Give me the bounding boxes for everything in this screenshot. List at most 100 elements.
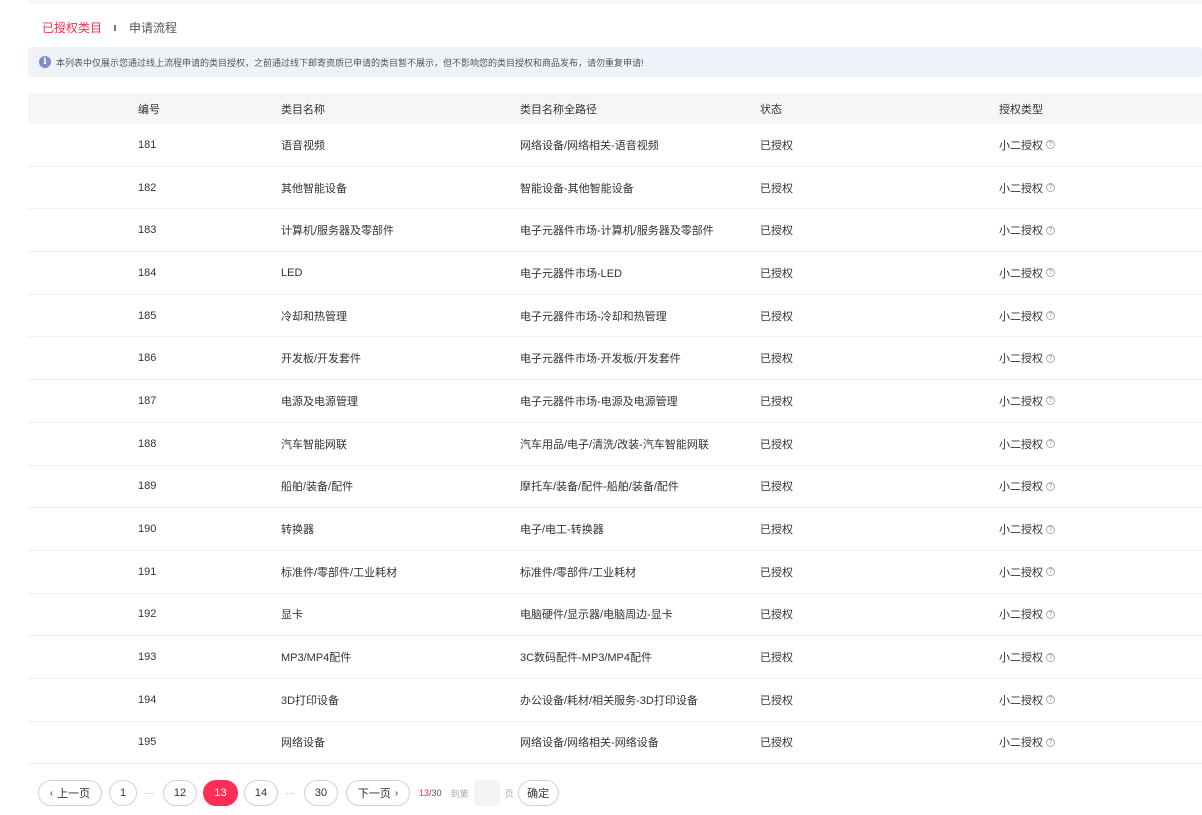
cell-id: 184 <box>138 266 157 279</box>
auth-type-label: 小二授权 <box>999 225 1043 238</box>
cell-id: 192 <box>138 608 157 621</box>
table-header: 编号 类目名称 类目名称全路径 状态 授权类型 <box>28 93 1202 124</box>
cell-status: 已授权 <box>760 652 793 665</box>
help-icon[interactable]: ? <box>1046 396 1055 406</box>
help-icon[interactable]: ? <box>1046 609 1055 619</box>
table-row: 190 转换器 电子/电工-转换器 已授权 小二授权? <box>28 508 1202 551</box>
tab-authorized-categories[interactable]: 已授权类目 <box>42 20 102 36</box>
cell-category-name: 电源及电源管理 <box>281 395 358 408</box>
table-row: 194 3D打印设备 办公设备/耗材/相关服务-3D打印设备 已授权 小二授权? <box>28 679 1202 722</box>
chevron-right-icon: › <box>394 787 399 799</box>
help-icon[interactable]: ? <box>1046 524 1055 534</box>
cell-category-name: 计算机/服务器及零部件 <box>281 225 395 238</box>
cell-category-name: 船舶/装备/配件 <box>281 481 354 494</box>
page-button-13-current[interactable]: 13 <box>203 780 238 806</box>
next-page-button[interactable]: 下一页 › <box>346 780 410 806</box>
cell-category-name: 标准件/零部件/工业耗材 <box>281 566 398 579</box>
help-icon[interactable]: ? <box>1046 183 1055 193</box>
cell-category-path: 汽车用品/电子/清洗/改装-汽车智能网联 <box>520 438 709 451</box>
auth-type-label: 小二授权 <box>999 481 1043 494</box>
prev-page-button[interactable]: ‹ 上一页 <box>38 780 102 806</box>
auth-type-label: 小二授权 <box>999 609 1043 622</box>
help-icon[interactable]: ? <box>1046 225 1055 235</box>
cell-id: 195 <box>138 736 157 749</box>
notice-text: 本列表中仅展示您通过线上流程申请的类目授权，之前通过线下邮寄资质已申请的类目暂不… <box>56 57 644 68</box>
column-header-id: 编号 <box>138 103 160 116</box>
table-row: 191 标准件/零部件/工业耗材 标准件/零部件/工业耗材 已授权 小二授权? <box>28 551 1202 594</box>
cell-id: 187 <box>138 394 157 407</box>
table-row: 183 计算机/服务器及零部件 电子元器件市场-计算机/服务器及零部件 已授权 小二授权… <box>28 209 1202 253</box>
table-row: 193 MP3/MP4配件 3C数码配件-MP3/MP4配件 已授权 小二授权? <box>28 636 1202 679</box>
auth-type-label: 小二授权 <box>999 438 1043 451</box>
goto-prefix: 到第 <box>450 788 469 799</box>
cell-status: 已授权 <box>760 566 793 579</box>
help-icon[interactable]: ? <box>1046 737 1055 747</box>
table-row: 195 网络设备 网络设备/网络相关-网络设备 已授权 小二授权? <box>28 722 1202 765</box>
cell-category-name: LED <box>281 266 303 279</box>
notice-banner: i 本列表中仅展示您通过线上流程申请的类目授权，之前通过线下邮寄资质已申请的类目… <box>28 47 1202 77</box>
cell-category-name: MP3/MP4配件 <box>281 652 352 665</box>
cell-id: 188 <box>138 437 157 450</box>
help-icon[interactable]: ? <box>1046 481 1055 491</box>
cell-id: 183 <box>138 224 157 237</box>
cell-category-path: 网络设备/网络相关-网络设备 <box>520 737 659 750</box>
cell-id: 193 <box>138 651 157 664</box>
cell-id: 190 <box>138 523 157 536</box>
cell-category-name: 汽车智能网联 <box>281 438 347 451</box>
cell-category-path: 电子元器件市场-计算机/服务器及零部件 <box>520 225 714 238</box>
prev-page-label: 上一页 <box>57 788 91 800</box>
table-row: 185 冷却和热管理 电子元器件市场-冷却和热管理 已授权 小二授权? <box>28 295 1202 338</box>
auth-type-label: 小二授权 <box>999 139 1043 152</box>
cell-category-path: 电子元器件市场-LED <box>520 267 623 280</box>
goto-suffix: 页 <box>504 788 514 799</box>
next-page-label: 下一页 <box>357 788 391 800</box>
table-body: 181 语音视频 网络设备/网络相关-语音视频 已授权 小二授权? 182 其他智能设备 智能… <box>28 124 1202 765</box>
cell-auth-type: 小二授权? <box>999 466 1055 508</box>
help-icon[interactable]: ? <box>1046 268 1055 278</box>
total-pages: 30 <box>431 788 442 798</box>
cell-category-name: 3D打印设备 <box>281 694 340 707</box>
cell-category-path: 网络设备/网络相关-语音视频 <box>520 139 659 152</box>
cell-status: 已授权 <box>760 395 793 408</box>
page-indicator: 13/30 <box>419 788 442 798</box>
cell-auth-type: 小二授权? <box>999 551 1055 593</box>
help-icon[interactable]: ? <box>1046 695 1055 705</box>
goto-page-input[interactable] <box>473 780 500 806</box>
help-icon[interactable]: ? <box>1046 311 1055 321</box>
table-row: 181 语音视频 网络设备/网络相关-语音视频 已授权 小二授权? <box>28 124 1202 167</box>
cell-category-path: 摩托车/装备/配件-船舶/装备/配件 <box>520 481 679 494</box>
help-icon[interactable]: ? <box>1046 567 1055 577</box>
page-button-1[interactable]: 1 <box>109 780 137 806</box>
current-page-number: 13 <box>419 788 430 798</box>
auth-type-label: 小二授权 <box>999 694 1043 707</box>
page-ellipsis: ··· <box>285 788 295 798</box>
help-icon[interactable]: ? <box>1046 140 1055 150</box>
tab-bar: 已授权类目 申请流程 <box>42 19 177 37</box>
help-icon[interactable]: ? <box>1046 353 1055 363</box>
page-button-12[interactable]: 12 <box>163 780 197 806</box>
auth-type-label: 小二授权 <box>999 182 1043 195</box>
page-button-30[interactable]: 30 <box>304 780 338 806</box>
cell-status: 已授权 <box>760 267 793 280</box>
cell-id: 191 <box>138 565 157 578</box>
cell-id: 194 <box>138 693 157 706</box>
auth-type-label: 小二授权 <box>999 652 1043 665</box>
auth-type-label: 小二授权 <box>999 310 1043 323</box>
cell-category-path: 电子元器件市场-电源及电源管理 <box>520 395 678 408</box>
cell-id: 185 <box>138 309 157 322</box>
cell-auth-type: 小二授权? <box>999 679 1055 721</box>
help-icon[interactable]: ? <box>1046 652 1055 662</box>
top-edge <box>28 0 1202 4</box>
cell-auth-type: 小二授权? <box>999 722 1055 764</box>
cell-category-path: 电子/电工-转换器 <box>520 524 604 537</box>
cell-status: 已授权 <box>760 182 793 195</box>
help-icon[interactable]: ? <box>1046 439 1055 449</box>
cell-category-name: 显卡 <box>281 609 303 622</box>
goto-confirm-button[interactable]: 确定 <box>517 780 559 806</box>
tab-application-process[interactable]: 申请流程 <box>129 20 177 36</box>
cell-status: 已授权 <box>760 225 793 238</box>
page-button-14[interactable]: 14 <box>244 780 278 806</box>
cell-category-path: 智能设备-其他智能设备 <box>520 182 634 195</box>
table-row: 192 显卡 电脑硬件/显示器/电脑周边-显卡 已授权 小二授权? <box>28 594 1202 637</box>
cell-status: 已授权 <box>760 353 793 366</box>
